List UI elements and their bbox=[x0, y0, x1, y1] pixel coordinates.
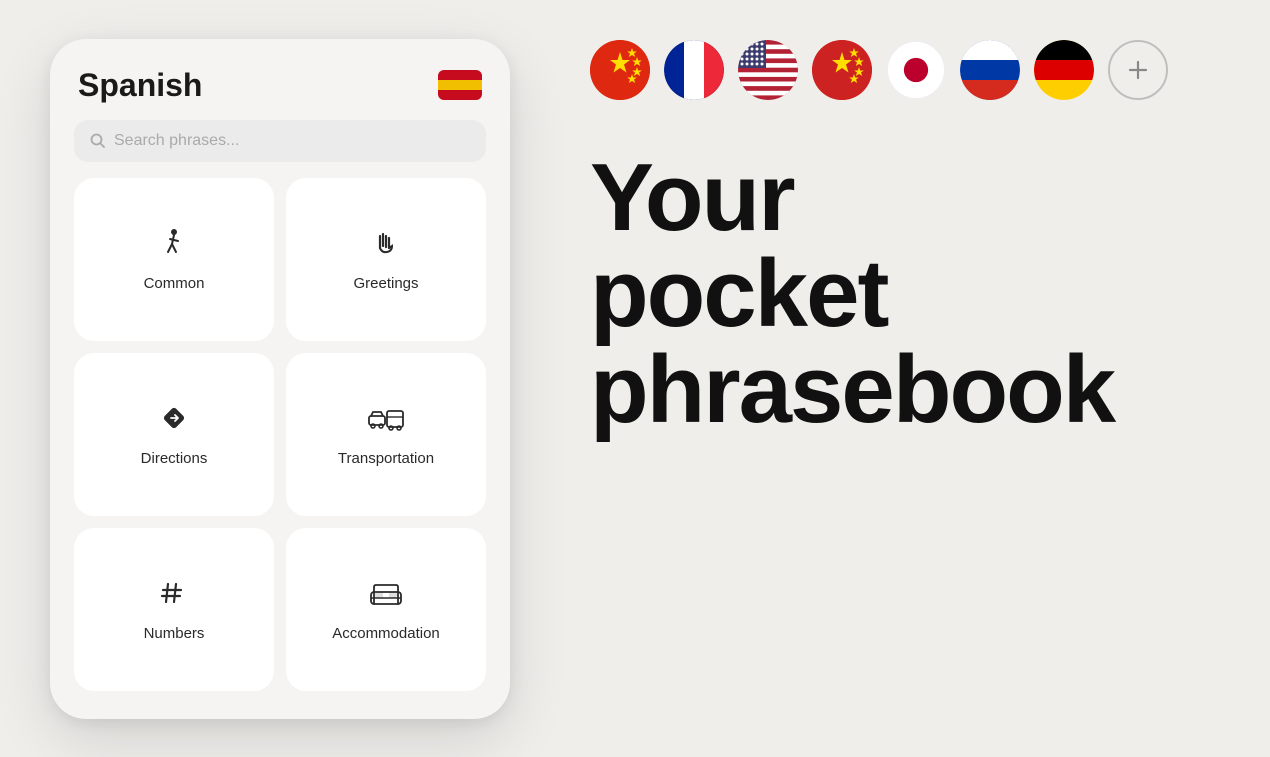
spanish-flag-badge bbox=[438, 70, 482, 100]
headline-line1: Your bbox=[590, 150, 1220, 246]
directions-icon bbox=[157, 401, 191, 440]
categories-grid: Common Greetings bbox=[74, 178, 486, 691]
accommodation-icon bbox=[367, 576, 405, 615]
russian-flag-svg bbox=[960, 40, 1020, 100]
japanese-flag-svg bbox=[888, 40, 944, 100]
greetings-icon bbox=[369, 226, 403, 265]
search-placeholder-text: Search phrases... bbox=[114, 132, 239, 150]
flag-chinese[interactable] bbox=[590, 40, 650, 100]
language-flags bbox=[590, 40, 1220, 100]
transportation-icon bbox=[367, 401, 405, 440]
french-flag-svg bbox=[664, 40, 724, 100]
flag-russian[interactable] bbox=[960, 40, 1020, 100]
left-section: Spanish Search phrases... bbox=[0, 0, 560, 757]
common-label: Common bbox=[144, 275, 205, 292]
transportation-label: Transportation bbox=[338, 450, 434, 467]
chinese-flag-svg bbox=[590, 40, 650, 100]
us-flag-svg bbox=[738, 40, 798, 100]
common-icon bbox=[157, 226, 191, 265]
search-bar[interactable]: Search phrases... bbox=[74, 120, 486, 162]
category-common[interactable]: Common bbox=[74, 178, 274, 341]
flag-top-stripe bbox=[438, 70, 482, 80]
search-icon bbox=[90, 133, 106, 149]
flag-bot-stripe bbox=[438, 90, 482, 100]
headline-line2: pocket bbox=[590, 246, 1220, 342]
flag-german[interactable] bbox=[1034, 40, 1094, 100]
german-flag-svg bbox=[1034, 40, 1094, 100]
greetings-label: Greetings bbox=[353, 275, 418, 292]
chinese2-flag-svg bbox=[812, 40, 872, 100]
right-section: Your pocket phrasebook bbox=[560, 0, 1270, 757]
phone-header: Spanish bbox=[74, 67, 486, 104]
add-language-button[interactable] bbox=[1108, 40, 1168, 100]
category-directions[interactable]: Directions bbox=[74, 353, 274, 516]
numbers-label: Numbers bbox=[144, 625, 205, 642]
category-greetings[interactable]: Greetings bbox=[286, 178, 486, 341]
flag-mid-stripe bbox=[438, 80, 482, 90]
category-accommodation[interactable]: Accommodation bbox=[286, 528, 486, 691]
flag-japanese[interactable] bbox=[886, 40, 946, 100]
directions-label: Directions bbox=[141, 450, 208, 467]
numbers-icon bbox=[157, 576, 191, 615]
accommodation-label: Accommodation bbox=[332, 625, 440, 642]
flag-chinese2[interactable] bbox=[812, 40, 872, 100]
flag-french[interactable] bbox=[664, 40, 724, 100]
flag-us[interactable] bbox=[738, 40, 798, 100]
category-numbers[interactable]: Numbers bbox=[74, 528, 274, 691]
headline: Your pocket phrasebook bbox=[590, 150, 1220, 438]
plus-icon bbox=[1125, 57, 1151, 83]
phone-mockup: Spanish Search phrases... bbox=[50, 39, 510, 719]
category-transportation[interactable]: Transportation bbox=[286, 353, 486, 516]
phone-title: Spanish bbox=[78, 67, 202, 104]
headline-line3: phrasebook bbox=[590, 342, 1220, 438]
